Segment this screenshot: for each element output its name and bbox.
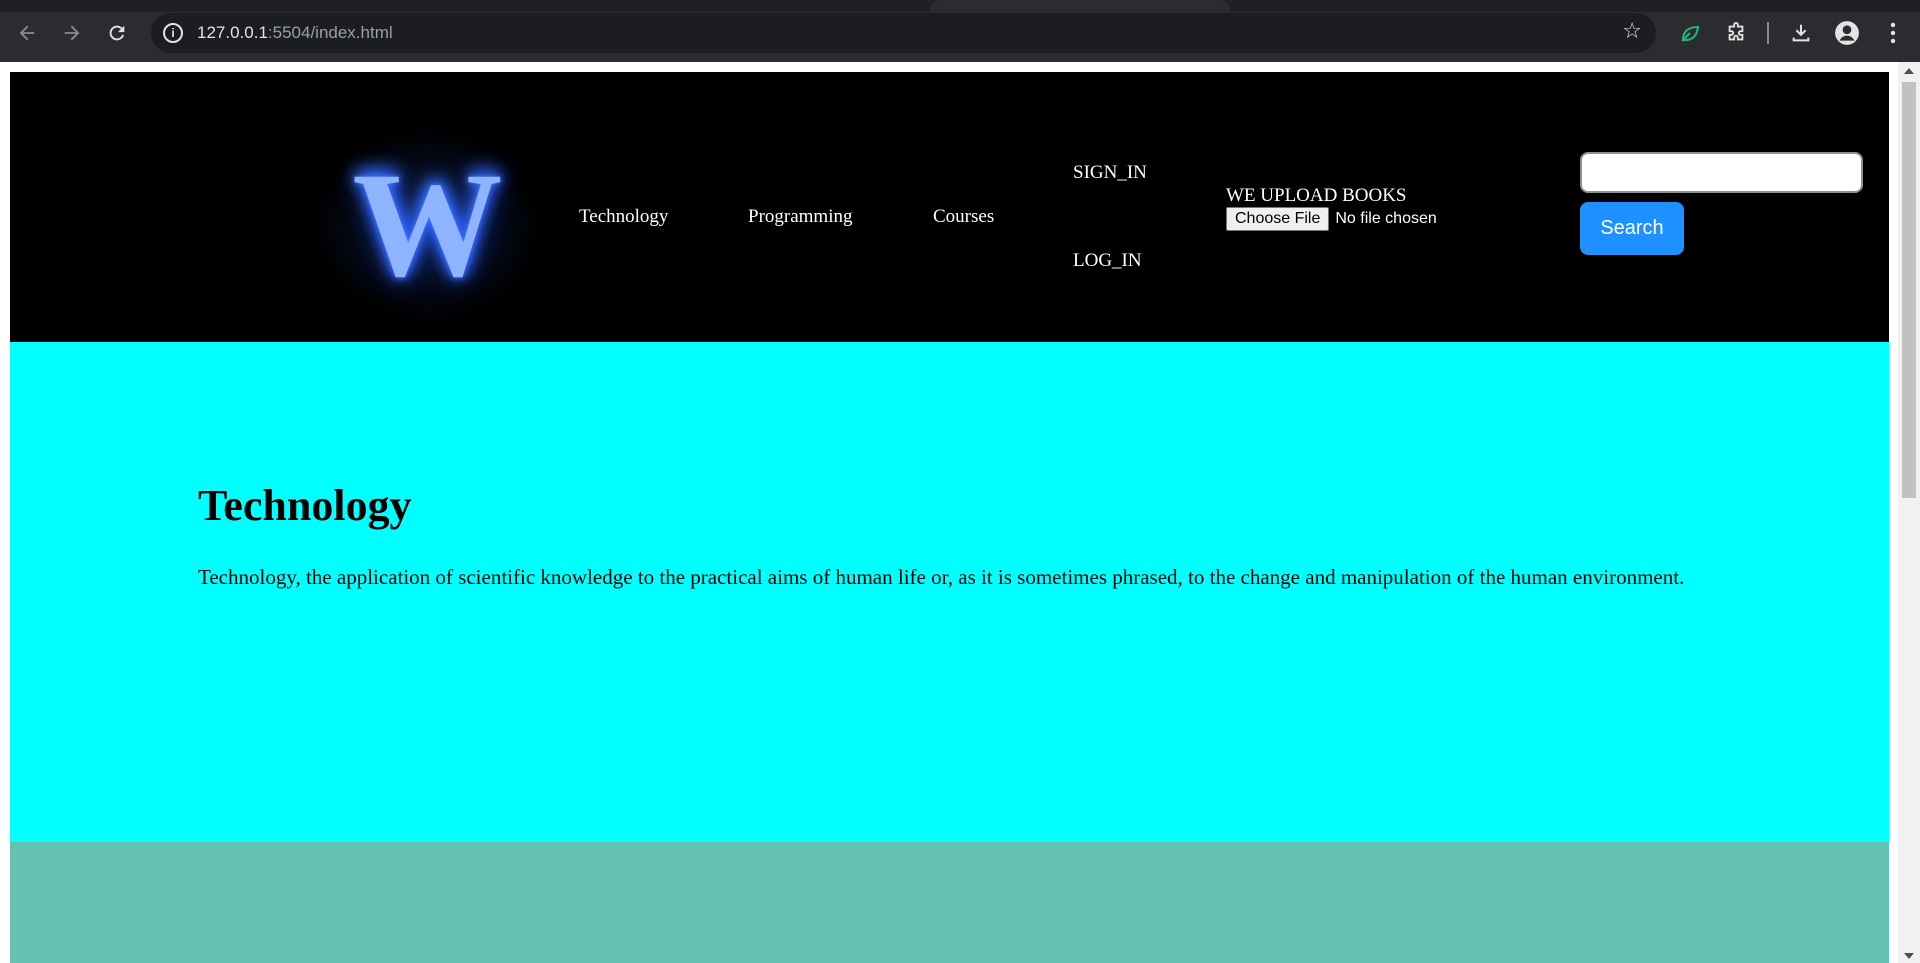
browser-toolbar: i 127.0.0.1:5504/index.html ☆ [0,0,1920,62]
scroll-down-arrow-icon[interactable] [1904,953,1914,959]
choose-file-button[interactable]: Choose File [1226,207,1330,231]
file-upload-input[interactable]: Choose File No file chosen [1226,207,1437,231]
next-section [10,842,1889,963]
download-icon[interactable] [1785,17,1817,49]
puzzle-icon[interactable] [1720,17,1752,49]
leaf-icon[interactable] [1674,17,1706,49]
address-bar[interactable]: i 127.0.0.1:5504/index.html ☆ [151,13,1656,53]
nav-link-technology[interactable]: Technology [579,206,668,228]
page-scrollbar[interactable] [1898,62,1920,963]
nav-link-sign-in[interactable]: SIGN_IN [1073,162,1147,184]
site-info-icon[interactable]: i [163,23,183,43]
reload-icon[interactable] [101,17,133,49]
kebab-menu-icon[interactable] [1877,17,1909,49]
site-header: W Technology Programming Courses SIGN_IN… [10,72,1889,342]
technology-section: Technology Technology, the application o… [10,342,1889,842]
back-arrow-icon[interactable] [11,17,43,49]
star-icon[interactable]: ☆ [1622,19,1642,44]
site-logo[interactable]: W [315,127,540,322]
search-input[interactable] [1580,152,1863,193]
scrollbar-thumb[interactable] [1902,82,1916,498]
active-tab[interactable] [930,0,1230,12]
url-text[interactable]: 127.0.0.1:5504/index.html [197,23,393,43]
web-page: W Technology Programming Courses SIGN_IN… [10,72,1889,963]
avatar-icon[interactable] [1831,17,1863,49]
toolbar-divider [1767,22,1769,44]
scroll-up-arrow-icon[interactable] [1904,68,1914,74]
file-status-text: No file chosen [1335,210,1437,227]
search-button[interactable]: Search [1580,202,1684,255]
section-description: Technology, the application of scientifi… [198,565,1685,589]
upload-books-label: WE UPLOAD BOOKS [1226,185,1407,206]
page-viewport: W Technology Programming Courses SIGN_IN… [0,62,1920,963]
tab-strip [0,0,1920,12]
logo-letter: W [352,141,503,308]
nav-link-programming[interactable]: Programming [748,206,853,228]
forward-arrow-icon[interactable] [56,17,88,49]
section-title: Technology [198,481,412,530]
nav-link-courses[interactable]: Courses [933,206,994,228]
nav-link-log-in[interactable]: LOG_IN [1073,250,1142,272]
